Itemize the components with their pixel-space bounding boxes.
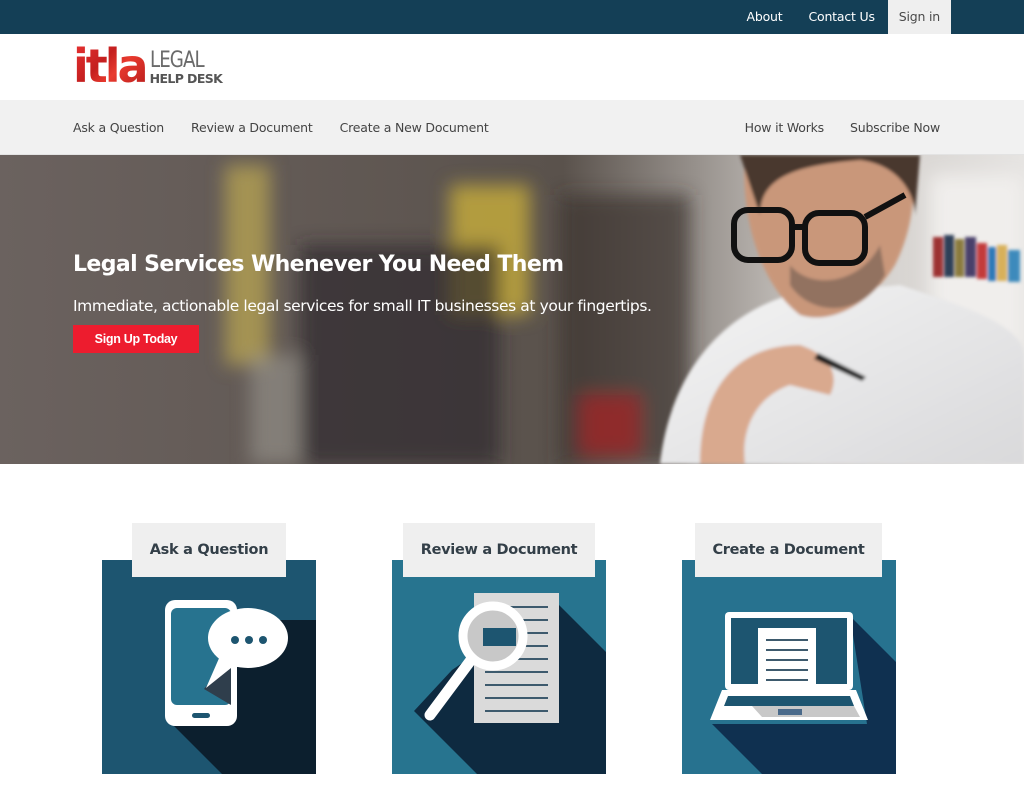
hero-content: Legal Services Whenever You Need Them Im… bbox=[73, 251, 652, 353]
card-create-a-document[interactable]: Create a Document bbox=[682, 523, 896, 774]
magnifier-document-icon bbox=[414, 593, 606, 774]
logo-legal-text: LEGAL bbox=[149, 47, 205, 73]
card-tile bbox=[682, 560, 896, 774]
site-logo[interactable]: itla LEGAL HELP DESK bbox=[73, 39, 223, 93]
top-utility-bar: About Contact Us Sign in bbox=[0, 0, 1024, 34]
smartphone-chat-icon bbox=[165, 600, 316, 774]
main-nav-right: How it Works Subscribe Now bbox=[745, 100, 941, 155]
nav-ask-a-question[interactable]: Ask a Question bbox=[73, 120, 164, 135]
nav-review-a-document[interactable]: Review a Document bbox=[191, 120, 313, 135]
nav-create-a-new-document[interactable]: Create a New Document bbox=[340, 120, 489, 135]
card-tile bbox=[102, 560, 316, 774]
main-nav-left: Ask a Question Review a Document Create … bbox=[73, 100, 489, 155]
about-link[interactable]: About bbox=[734, 0, 796, 34]
logo-bar: itla LEGAL HELP DESK bbox=[0, 34, 1024, 100]
contact-us-link[interactable]: Contact Us bbox=[795, 0, 887, 34]
hero-subtitle: Immediate, actionable legal services for… bbox=[73, 297, 652, 315]
card-ask-a-question[interactable]: Ask a Question bbox=[102, 523, 316, 774]
services-cards: Ask a Question Review a Document Create … bbox=[0, 464, 1024, 803]
logo-helpdesk-text: HELP DESK bbox=[149, 70, 223, 86]
laptop-document-icon bbox=[710, 612, 896, 774]
utility-links: About Contact Us Sign in bbox=[734, 0, 951, 34]
card-title[interactable]: Review a Document bbox=[403, 523, 595, 577]
hero-title: Legal Services Whenever You Need Them bbox=[73, 252, 564, 277]
hero-banner: Legal Services Whenever You Need Them Im… bbox=[0, 155, 1024, 464]
card-title[interactable]: Create a Document bbox=[695, 523, 882, 577]
card-review-a-document[interactable]: Review a Document bbox=[392, 523, 606, 774]
logo-tagline: LEGAL HELP DESK bbox=[149, 47, 223, 86]
sign-in-link[interactable]: Sign in bbox=[887, 0, 951, 34]
nav-how-it-works[interactable]: How it Works bbox=[745, 120, 825, 135]
logo-wordmark: itla bbox=[73, 39, 149, 93]
card-title[interactable]: Ask a Question bbox=[132, 523, 286, 577]
main-navigation: Ask a Question Review a Document Create … bbox=[0, 100, 1024, 155]
card-tile bbox=[392, 560, 606, 774]
sign-up-today-button[interactable]: Sign Up Today bbox=[73, 325, 199, 353]
nav-subscribe-now[interactable]: Subscribe Now bbox=[850, 120, 940, 135]
